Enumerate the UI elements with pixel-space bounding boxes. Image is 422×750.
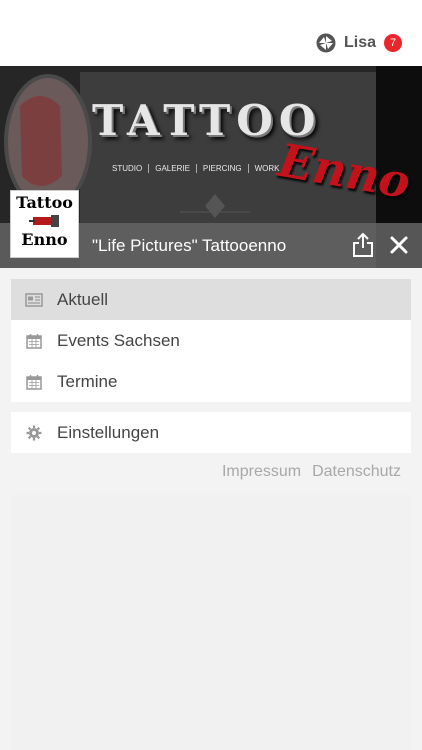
gear-icon (25, 424, 43, 442)
calendar-icon (25, 332, 43, 350)
user-name: Lisa (343, 34, 376, 51)
menu-item-einstellungen[interactable]: Einstellungen (11, 412, 411, 453)
banner-nav-item: GALERIE (149, 164, 197, 173)
menu-item-aktuell[interactable]: Aktuell (11, 279, 411, 320)
banner-nav: STUDIO GALERIE PIERCING WORK (106, 164, 285, 173)
impressum-link[interactable]: Impressum (222, 463, 301, 481)
close-icon[interactable] (389, 235, 409, 255)
settings-menu: Einstellungen (11, 412, 411, 453)
thumbnail-line2: Enno (21, 230, 68, 249)
user-account[interactable]: Lisa 7 (316, 33, 402, 53)
menu-item-events-sachsen[interactable]: Events Sachsen (11, 320, 411, 361)
menu-item-label: Termine (57, 371, 118, 391)
menu-item-label: Aktuell (57, 289, 109, 309)
newspaper-icon (25, 291, 43, 309)
profile-thumbnail: Tattoo Enno (10, 190, 79, 258)
menu-item-label: Events Sachsen (57, 330, 180, 350)
thumbnail-line1: Tattoo (16, 193, 73, 212)
banner-nav-item: PIERCING (197, 164, 249, 173)
main-menu: Aktuell Events Sachsen Termine (11, 279, 411, 402)
footer-links: Impressum Datenschutz (211, 463, 401, 481)
content-area (11, 495, 411, 750)
datenschutz-link[interactable]: Datenschutz (312, 463, 401, 481)
tattoo-machine-icon (29, 215, 59, 227)
top-bar: Lisa 7 (0, 0, 422, 66)
menu-item-label: Einstellungen (57, 422, 160, 442)
profile-title: "Life Pictures" Tattooenno (92, 236, 287, 255)
calendar-icon (25, 373, 43, 391)
notification-badge[interactable]: 7 (384, 34, 402, 52)
banner-nav-item: WORK (254, 164, 280, 173)
swirl-logo-icon (316, 33, 336, 53)
share-icon[interactable] (352, 232, 374, 258)
banner-nav-item: STUDIO (106, 164, 150, 173)
menu-item-termine[interactable]: Termine (11, 361, 411, 402)
